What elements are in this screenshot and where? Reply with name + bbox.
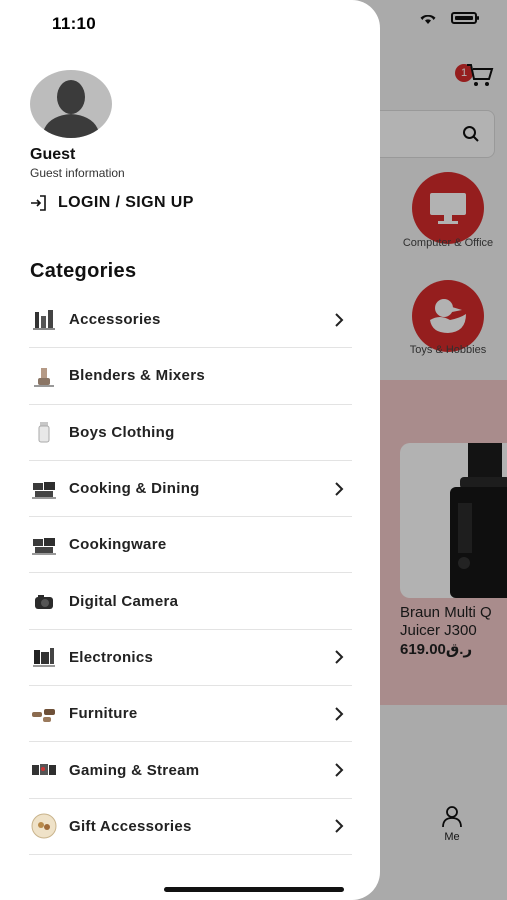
camera-thumb [31,588,57,614]
profile-name: Guest [30,146,76,163]
chevron-right-icon [335,312,344,327]
accessories-thumb [31,307,57,333]
tab-me[interactable]: Me [432,806,472,843]
avatar[interactable] [30,70,112,138]
status-icons [419,12,479,24]
category-item-gaming-stream[interactable]: Gaming & Stream [29,742,352,799]
categories-title: Categories [30,260,137,282]
side-drawer: 11:10 Guest Guest information LOGIN / SI… [0,0,380,900]
gift-thumb [31,813,57,839]
chevron-right-icon [335,707,344,721]
cookware-thumb [31,476,57,502]
toys-hobbies-category[interactable] [412,280,484,352]
chevron-right-icon [335,650,344,665]
login-label: LOGIN / SIGN UP [58,194,194,211]
profile-info: Guest information [30,166,125,180]
person-icon [442,806,462,828]
status-time: 11:10 [52,14,97,33]
category-label: Gift Accessories [69,817,192,835]
monitor-icon [430,193,466,224]
category-label: Gaming & Stream [69,761,200,779]
category-label: Cooking & Dining [69,480,200,498]
category-label: Furniture [69,705,138,723]
category-item-cooking-dining[interactable]: Cooking & Dining [29,461,352,518]
category-label: Electronics [69,648,154,666]
product-price: 619.00ر.ق [400,641,473,658]
home-indicator [164,887,344,892]
login-signup-button[interactable]: LOGIN / SIGN UP [30,194,194,212]
juicer-image [450,443,507,598]
search-icon [463,126,479,142]
category-item-gift-accessories[interactable]: Gift Accessories [29,799,352,855]
duck-icon [430,299,466,333]
chevron-right-icon [335,819,344,834]
category-label: Digital Camera [69,592,179,610]
category-list: Accessories Blenders & Mixers Boys Cloth… [29,292,352,855]
blender-thumb [31,363,57,389]
chevron-right-icon [335,481,344,496]
tab-me-label: Me [444,831,460,843]
category-item-furniture[interactable]: Furniture [29,686,352,743]
category-item-cookingware[interactable]: Cookingware [29,517,352,574]
product-card[interactable] [400,443,507,598]
computer-office-category[interactable] [412,172,484,244]
category-label: Cookingware [69,536,167,554]
clothing-thumb [31,419,57,445]
cart-icon[interactable] [465,62,495,88]
category-label: Accessories [69,311,161,329]
category-item-digital-camera[interactable]: Digital Camera [29,573,352,630]
wifi-icon [420,14,436,24]
category-item-boys-clothing[interactable]: Boys Clothing [29,405,352,461]
battery-icon [451,12,479,24]
category-label: Blenders & Mixers [69,367,205,385]
category-item-electronics[interactable]: Electronics [29,630,352,687]
computer-office-label: Computer & Office [402,237,494,249]
category-label: Boys Clothing [69,423,175,441]
furniture-thumb [31,701,57,727]
electronics-thumb [31,644,57,670]
category-item-accessories[interactable]: Accessories [29,292,352,349]
gaming-thumb [31,757,57,783]
cookware-thumb [31,532,57,558]
toys-hobbies-label: Toys & Hobbies [409,344,487,356]
product-name: Braun Multi Q Juicer J300 [400,604,492,639]
login-icon [31,195,46,211]
category-item-blenders-mixers[interactable]: Blenders & Mixers [29,348,352,405]
chevron-right-icon [335,763,344,777]
person-silhouette-icon [42,80,100,138]
